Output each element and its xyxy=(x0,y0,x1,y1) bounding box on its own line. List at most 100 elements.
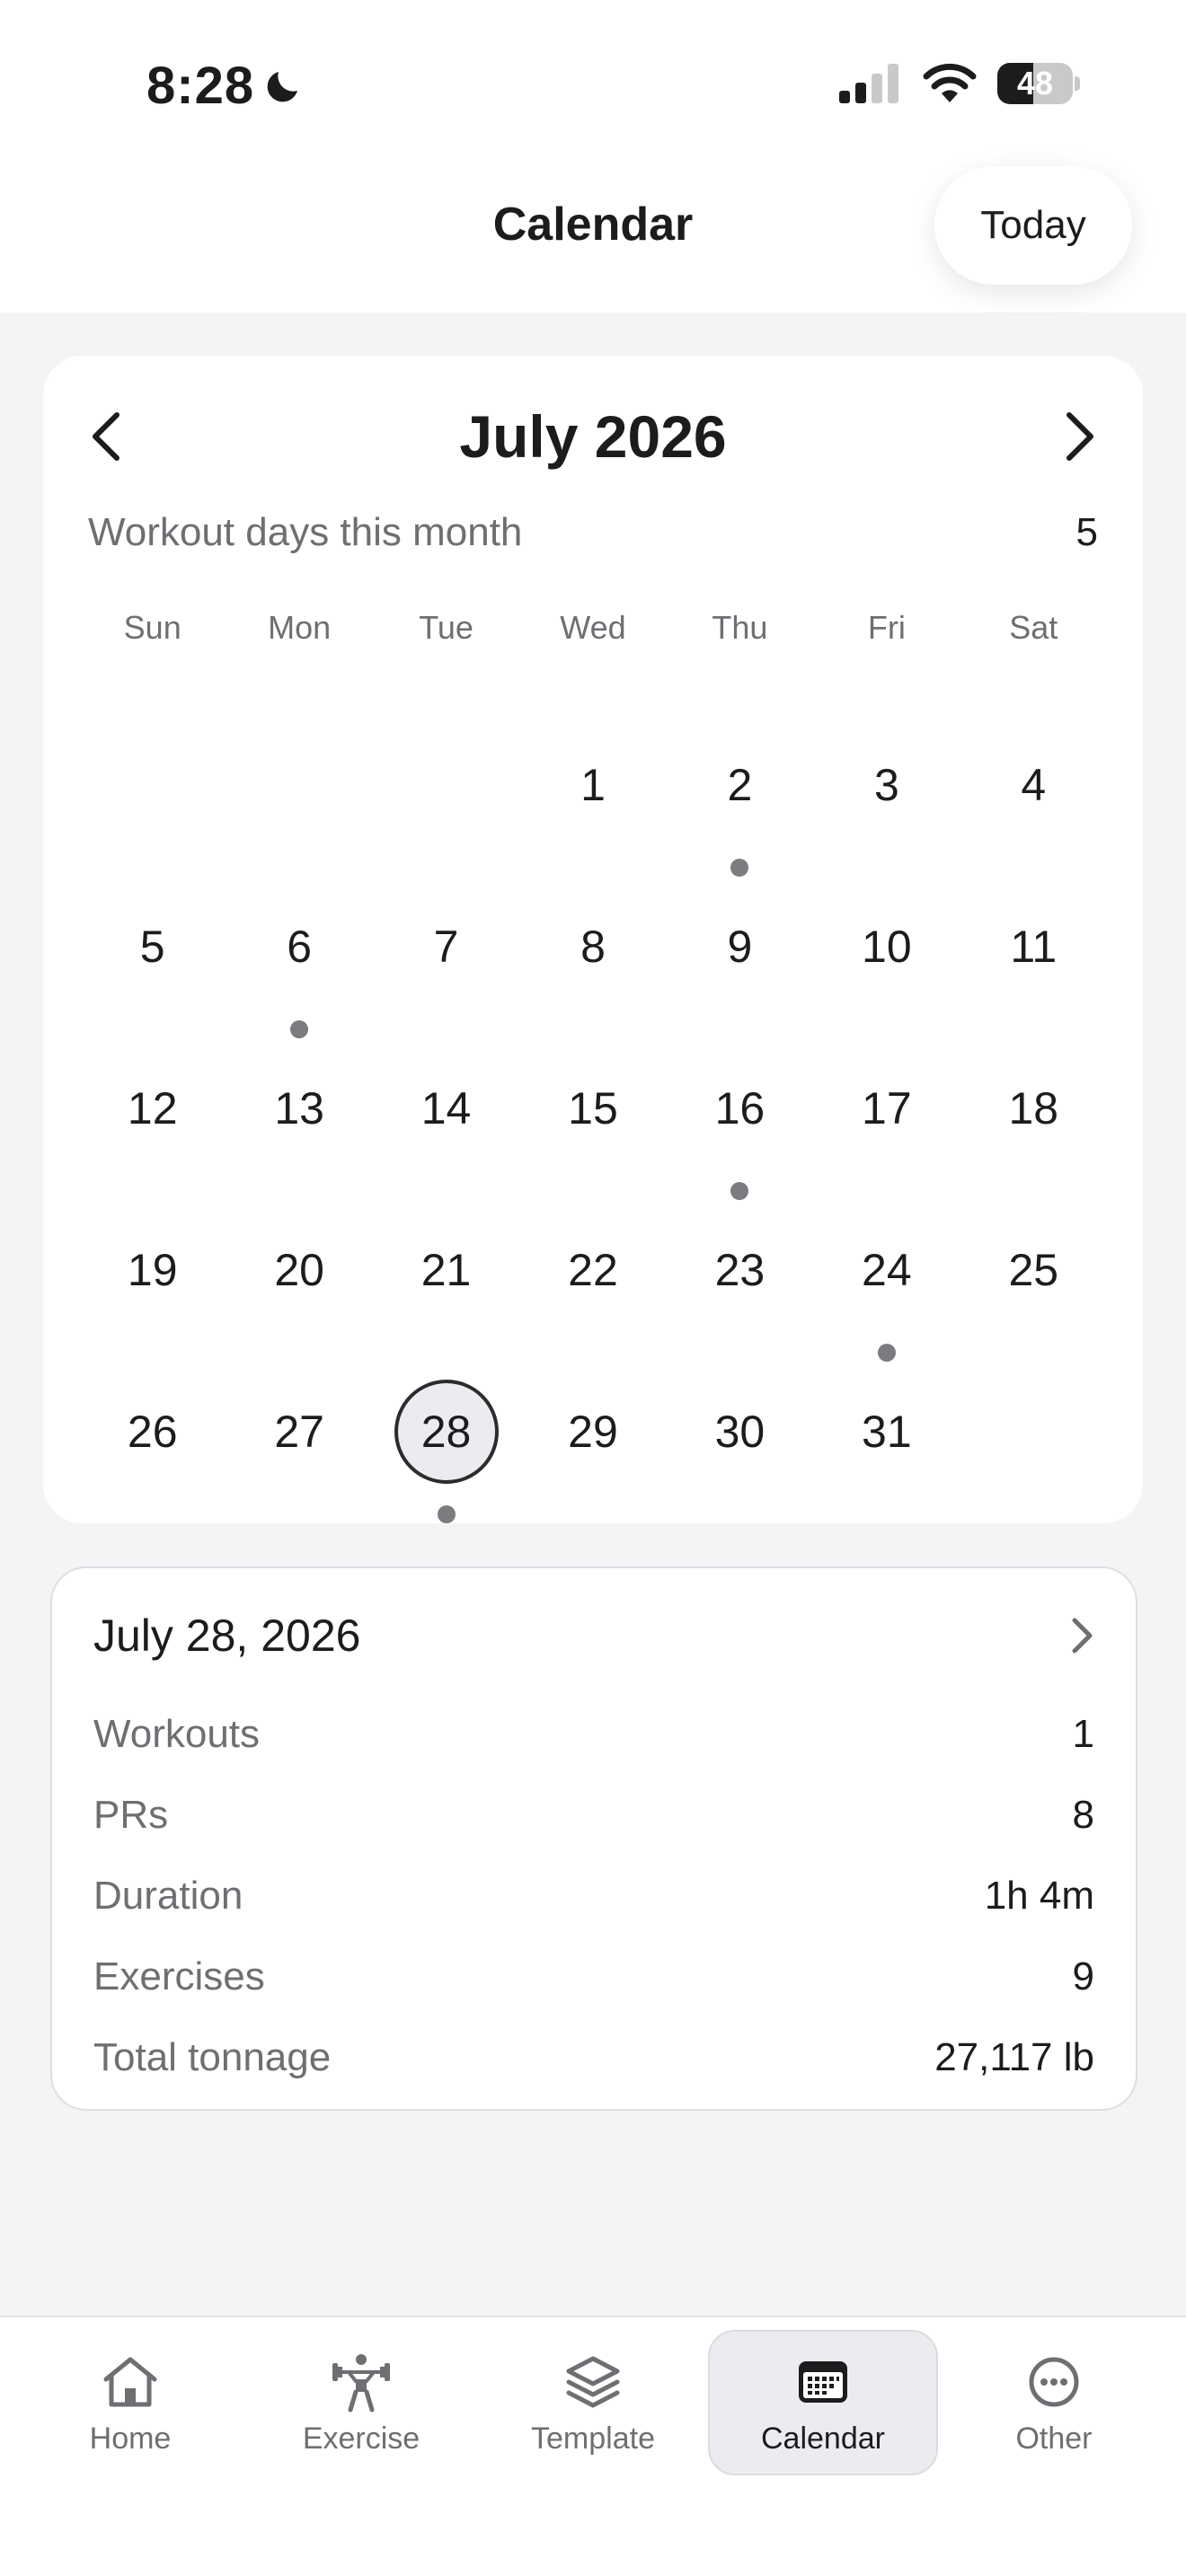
day-number: 17 xyxy=(862,1083,912,1134)
battery-icon: 48 xyxy=(997,63,1080,104)
summary-row-label: Total tonnage xyxy=(93,2035,332,2079)
day-cell[interactable]: 10 xyxy=(813,859,960,1020)
day-number: 5 xyxy=(139,922,165,972)
day-cell[interactable]: 6 xyxy=(226,859,372,1038)
today-button[interactable]: Today xyxy=(934,166,1132,285)
tab-label: Other xyxy=(1015,2421,1093,2456)
day-cell[interactable]: 17 xyxy=(813,1020,960,1182)
day-cell[interactable]: 26 xyxy=(79,1344,226,1505)
battery-level: 48 xyxy=(1017,65,1054,101)
day-cell[interactable]: 22 xyxy=(519,1182,666,1344)
tab-calendar[interactable]: Calendar xyxy=(708,2330,938,2475)
day-number: 3 xyxy=(873,760,899,810)
day-cell[interactable]: 23 xyxy=(667,1182,813,1344)
day-cell[interactable]: 4 xyxy=(960,697,1107,859)
day-number: 1 xyxy=(580,760,606,810)
battery-body: 48 xyxy=(997,63,1074,104)
day-cell[interactable]: 29 xyxy=(519,1344,666,1505)
tab-exercise[interactable]: Exercise xyxy=(246,2330,476,2475)
day-cell[interactable]: 11 xyxy=(960,859,1107,1020)
day-cell[interactable]: 20 xyxy=(226,1182,372,1344)
day-number: 26 xyxy=(127,1407,178,1457)
tab-bar: Home Exercise Template Calendar Other xyxy=(0,2316,1186,2576)
summary-row-label: PRs xyxy=(93,1793,169,1837)
day-number: 20 xyxy=(274,1245,324,1295)
day-cell[interactable]: 13 xyxy=(226,1020,372,1182)
summary-row: Workouts 1 xyxy=(93,1694,1094,1775)
tab-label: Exercise xyxy=(302,2421,420,2456)
weekday-label: Tue xyxy=(419,609,474,646)
day-cell[interactable]: 5 xyxy=(79,859,226,1020)
tab-other[interactable]: Other xyxy=(939,2330,1169,2475)
day-cell[interactable]: 28 xyxy=(373,1344,519,1523)
day-grid: 1 2 3 4 5 6 7 8 9 10 11 12 13 14 15 16 17 18 19 20 21 22 23 24 2… xyxy=(79,697,1107,1523)
weightlifter-icon xyxy=(329,2350,394,2414)
summary-row-value: 9 xyxy=(1072,1954,1094,1998)
day-number: 29 xyxy=(568,1407,618,1457)
day-number: 13 xyxy=(274,1083,324,1134)
day-number: 31 xyxy=(862,1407,912,1457)
tab-home[interactable]: Home xyxy=(15,2330,245,2475)
moon-icon xyxy=(267,71,298,101)
workout-days-label: Workout days this month xyxy=(88,510,523,554)
day-cell[interactable]: 14 xyxy=(373,1020,519,1182)
chevron-right-icon xyxy=(1072,1618,1093,1654)
workout-days-summary: Workout days this month 5 xyxy=(88,510,1098,555)
day-cell[interactable]: 2 xyxy=(667,697,813,877)
day-cell[interactable]: 8 xyxy=(519,859,666,1020)
day-number: 23 xyxy=(714,1245,766,1295)
summary-row: Exercises 9 xyxy=(93,1936,1094,2017)
day-cell[interactable]: 27 xyxy=(226,1344,372,1505)
status-bar: 8:28 48 xyxy=(0,0,1186,162)
summary-row: Total tonnage 27,117 lb xyxy=(93,2017,1094,2098)
month-title: July 2026 xyxy=(459,403,727,470)
day-summary-card[interactable]: July 28, 2026 Workouts 1 PRs 8 Duration 1h 4m… xyxy=(50,1566,1137,2111)
day-cell[interactable]: 21 xyxy=(373,1182,519,1344)
day-cell[interactable]: 30 xyxy=(667,1344,813,1505)
next-month-button[interactable] xyxy=(1053,410,1107,463)
home-icon xyxy=(98,2350,163,2414)
day-number: 8 xyxy=(580,922,606,972)
day-cell[interactable]: 15 xyxy=(519,1020,666,1182)
day-cell[interactable]: 25 xyxy=(960,1182,1107,1344)
battery-cap xyxy=(1075,76,1080,91)
signal-icon xyxy=(839,64,898,103)
day-cell[interactable]: 12 xyxy=(79,1020,226,1182)
summary-header: July 28, 2026 xyxy=(93,1610,1094,1662)
day-cell[interactable]: 31 xyxy=(813,1344,960,1505)
day-cell[interactable]: 3 xyxy=(813,697,960,859)
day-number: 10 xyxy=(862,922,912,972)
empty-day-cell xyxy=(373,697,519,859)
day-cell[interactable]: 9 xyxy=(667,859,813,1020)
header: Calendar Today xyxy=(0,162,1186,313)
summary-row: Duration 1h 4m xyxy=(93,1856,1094,1936)
day-number: 11 xyxy=(1010,922,1058,972)
day-cell[interactable]: 24 xyxy=(813,1182,960,1362)
chevron-right-icon xyxy=(1067,412,1093,461)
weekday-label: Fri xyxy=(867,609,906,646)
empty-day-cell xyxy=(79,697,226,859)
day-number: 27 xyxy=(274,1407,324,1457)
day-cell[interactable]: 19 xyxy=(79,1182,226,1344)
day-number: 14 xyxy=(420,1083,472,1134)
day-number: 22 xyxy=(568,1245,618,1295)
more-icon xyxy=(1022,2350,1086,2414)
status-time: 8:28 xyxy=(146,56,305,116)
layers-icon xyxy=(561,2350,625,2414)
day-number: 24 xyxy=(862,1245,912,1295)
day-cell[interactable]: 18 xyxy=(960,1020,1107,1182)
empty-day-cell xyxy=(226,697,372,859)
day-number: 12 xyxy=(127,1083,178,1134)
workout-dot xyxy=(437,1505,456,1523)
day-cell[interactable]: 7 xyxy=(373,859,519,1020)
day-number: 19 xyxy=(127,1245,178,1295)
day-cell[interactable]: 1 xyxy=(519,697,666,859)
weekday-label: Sun xyxy=(123,609,181,646)
calendar-icon xyxy=(791,2350,855,2414)
tab-template[interactable]: Template xyxy=(478,2330,708,2475)
day-cell[interactable]: 16 xyxy=(667,1020,813,1200)
calendar-card: July 2026 Workout days this month 5 Sun M… xyxy=(43,356,1143,1523)
tab-label: Calendar xyxy=(761,2421,885,2456)
summary-row-value: 8 xyxy=(1072,1793,1094,1837)
day-number: 15 xyxy=(568,1083,618,1134)
